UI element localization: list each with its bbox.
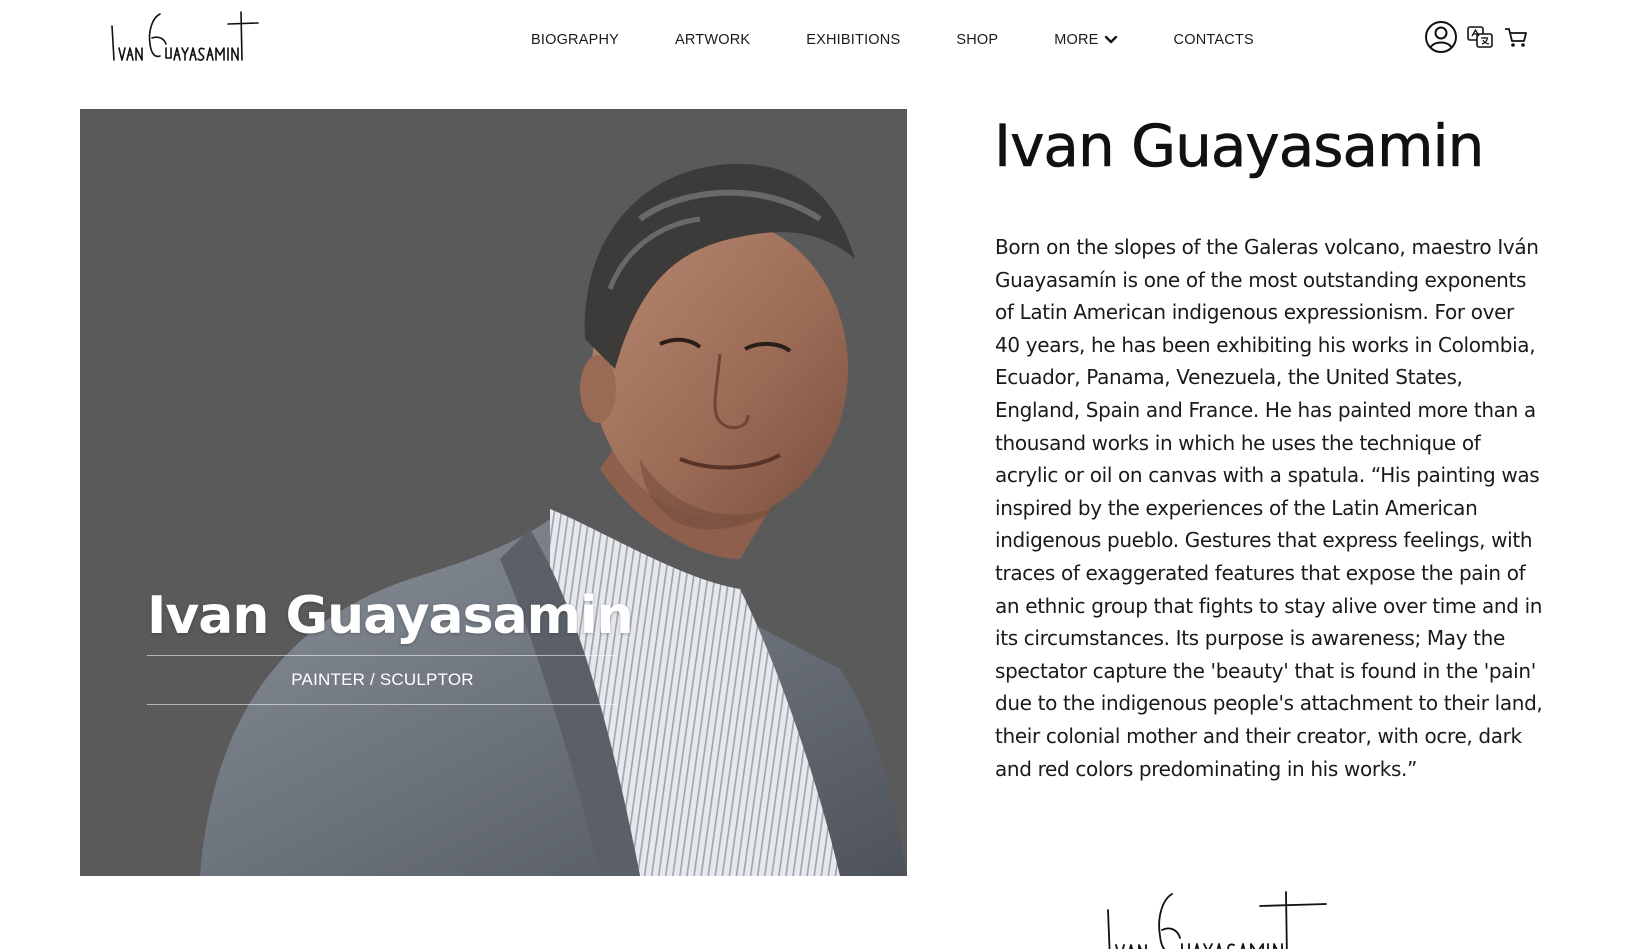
divider — [147, 704, 618, 706]
nav-biography[interactable]: BIOGRAPHY — [531, 32, 619, 48]
translate-icon[interactable] — [1466, 23, 1494, 51]
main-nav: BIOGRAPHY ARTWORK EXHIBITIONS SHOP MORE … — [531, 28, 1254, 52]
nav-exhibitions[interactable]: EXHIBITIONS — [806, 32, 900, 48]
nav-shop[interactable]: SHOP — [956, 32, 998, 48]
signature-image — [1100, 890, 1350, 949]
page-title: Ivan Guayasamin — [994, 112, 1485, 181]
nav-contacts[interactable]: CONTACTS — [1174, 32, 1254, 48]
signature-logo-icon — [111, 11, 259, 61]
site-logo[interactable] — [108, 8, 268, 66]
hero-name: Ivan Guayasamin — [147, 586, 634, 646]
signature-icon — [1107, 891, 1327, 949]
hero-role: PAINTER / SCULPTOR — [291, 670, 474, 690]
chevron-down-icon — [1104, 35, 1118, 45]
nav-label: CONTACTS — [1173, 32, 1254, 48]
user-icon[interactable] — [1424, 20, 1458, 54]
site-header: BIOGRAPHY ARTWORK EXHIBITIONS SHOP MORE … — [0, 0, 1651, 80]
nav-label: ARTWORK — [675, 32, 751, 48]
biography-text: Born on the slopes of the Galeras volcan… — [995, 235, 1543, 781]
hero-portrait: Ivan Guayasamin PAINTER / SCULPTOR — [80, 109, 907, 876]
nav-label: SHOP — [956, 32, 999, 48]
nav-artwork[interactable]: ARTWORK — [675, 32, 750, 48]
cart-icon[interactable] — [1502, 23, 1530, 51]
hero-caption: Ivan Guayasamin PAINTER / SCULPTOR — [147, 585, 634, 706]
artist-portrait-image — [200, 163, 907, 876]
nav-label: EXHIBITIONS — [806, 32, 901, 48]
nav-more-dropdown[interactable]: MORE — [1054, 32, 1117, 48]
nav-label: MORE — [1054, 32, 1099, 48]
header-actions — [1424, 20, 1530, 54]
nav-label: BIOGRAPHY — [531, 32, 620, 48]
